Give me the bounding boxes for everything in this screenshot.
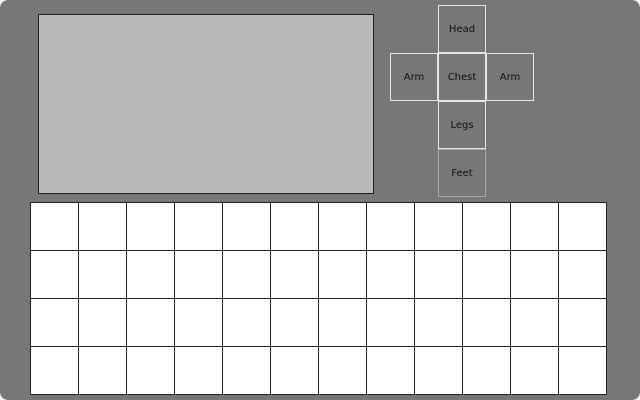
inventory-slot[interactable]: [319, 203, 367, 251]
inventory-slot[interactable]: [559, 251, 607, 299]
inventory-slot[interactable]: [463, 299, 511, 347]
equip-slot-arm-left[interactable]: Arm: [390, 53, 438, 101]
character-preview-panel: [38, 14, 374, 194]
inventory-slot[interactable]: [463, 203, 511, 251]
inventory-slot[interactable]: [127, 251, 175, 299]
inventory-slot[interactable]: [511, 347, 559, 395]
inventory-slot[interactable]: [175, 347, 223, 395]
inventory-slot[interactable]: [175, 251, 223, 299]
inventory-slot[interactable]: [271, 347, 319, 395]
inventory-slot[interactable]: [415, 299, 463, 347]
inventory-slot[interactable]: [319, 347, 367, 395]
equip-slot-arm-left-label: Arm: [403, 71, 425, 83]
inventory-slot[interactable]: [559, 347, 607, 395]
inventory-slot[interactable]: [511, 203, 559, 251]
inventory-slot[interactable]: [127, 299, 175, 347]
inventory-slot[interactable]: [175, 299, 223, 347]
inventory-slot[interactable]: [31, 299, 79, 347]
inventory-slot[interactable]: [367, 251, 415, 299]
inventory-slot[interactable]: [79, 299, 127, 347]
equip-slot-chest[interactable]: Chest: [438, 53, 486, 101]
inventory-slot[interactable]: [511, 299, 559, 347]
equip-slot-legs-label: Legs: [450, 119, 474, 131]
inventory-slot[interactable]: [175, 203, 223, 251]
inventory-slot[interactable]: [511, 251, 559, 299]
equip-slot-chest-label: Chest: [447, 71, 477, 83]
inventory-slot[interactable]: [559, 203, 607, 251]
inventory-slot[interactable]: [79, 251, 127, 299]
inventory-slot[interactable]: [79, 347, 127, 395]
inventory-slot[interactable]: [367, 299, 415, 347]
inventory-slot[interactable]: [463, 347, 511, 395]
inventory-slot[interactable]: [31, 347, 79, 395]
inventory-grid: [30, 202, 607, 395]
inventory-slot[interactable]: [559, 299, 607, 347]
inventory-slot[interactable]: [367, 347, 415, 395]
equip-slot-feet-label: Feet: [451, 167, 473, 179]
inventory-slot[interactable]: [463, 251, 511, 299]
inventory-slot[interactable]: [223, 251, 271, 299]
inventory-slot[interactable]: [223, 347, 271, 395]
equip-slot-feet[interactable]: Feet: [438, 149, 486, 197]
equip-slot-arm-right-label: Arm: [499, 71, 521, 83]
inventory-slot[interactable]: [271, 203, 319, 251]
inventory-slot[interactable]: [31, 203, 79, 251]
equip-slot-head-label: Head: [448, 23, 476, 35]
inventory-slot[interactable]: [127, 203, 175, 251]
equip-slot-arm-right[interactable]: Arm: [486, 53, 534, 101]
inventory-slot[interactable]: [223, 299, 271, 347]
inventory-slot[interactable]: [271, 299, 319, 347]
inventory-slot[interactable]: [319, 251, 367, 299]
inventory-slot[interactable]: [31, 251, 79, 299]
inventory-slot[interactable]: [271, 251, 319, 299]
equip-slot-head[interactable]: Head: [438, 5, 486, 53]
inventory-slot[interactable]: [319, 299, 367, 347]
inventory-window: Head Arm Chest Arm Legs Feet: [0, 0, 640, 400]
inventory-slot[interactable]: [367, 203, 415, 251]
inventory-slot[interactable]: [415, 203, 463, 251]
inventory-slot[interactable]: [127, 347, 175, 395]
inventory-slot[interactable]: [415, 251, 463, 299]
inventory-slot[interactable]: [415, 347, 463, 395]
inventory-slot[interactable]: [223, 203, 271, 251]
equip-slot-legs[interactable]: Legs: [438, 101, 486, 149]
inventory-slot[interactable]: [79, 203, 127, 251]
